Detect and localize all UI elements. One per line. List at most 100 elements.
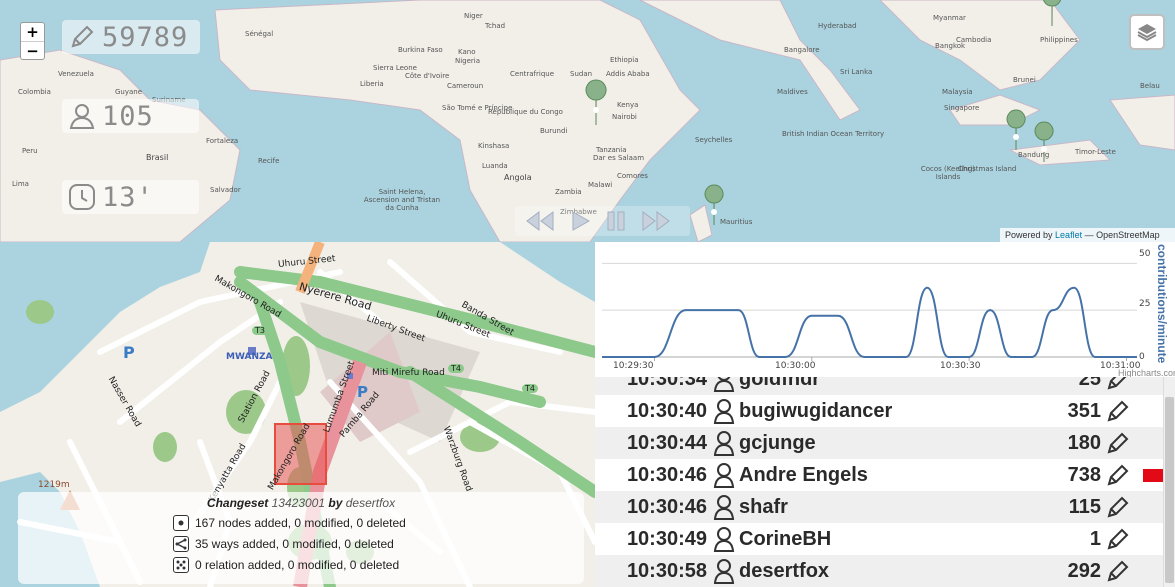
map-label: Sri Lanka	[840, 68, 873, 76]
username[interactable]: bugiwugidancer	[739, 400, 892, 423]
list-item[interactable]: 10:30:49 CorineBH 1	[595, 523, 1163, 555]
list-item[interactable]: 10:30:46 shafr 115	[595, 491, 1163, 523]
username[interactable]: desertfox	[739, 560, 829, 583]
map-label: British Indian Ocean Territory	[782, 130, 885, 138]
x-tick-label: 10:29:30	[613, 361, 654, 371]
pause-icon[interactable]	[605, 210, 627, 232]
map-label: Belau	[1140, 82, 1160, 90]
map-label: Bangkok	[935, 42, 966, 50]
map-label: Sénégal	[245, 30, 274, 38]
username[interactable]: Andre Engels	[739, 464, 868, 487]
rewind-icon[interactable]	[525, 210, 555, 232]
users-counter: 105	[62, 99, 199, 133]
list-item[interactable]: 10:30:34 goldfndr 25	[595, 377, 1163, 395]
leaflet-link[interactable]: Leaflet	[1055, 230, 1082, 240]
x-tick-label: 10:30:00	[775, 361, 816, 371]
changeset-id[interactable]: 13423001	[272, 496, 325, 510]
contributions-chart: 10:29:30 10:30:00 10:30:30 10:31:00 0 25…	[597, 242, 1175, 378]
map-label: Peru	[22, 147, 38, 155]
map-label: Brunei	[1013, 76, 1036, 84]
map-label: Kenya	[617, 101, 639, 109]
x-tick-label: 10:30:30	[940, 361, 981, 371]
nodes-summary: 167 nodes added, 0 modified, 0 deleted	[195, 516, 406, 530]
map-label: Bangalore	[784, 46, 820, 54]
edit-count: 351	[1067, 399, 1101, 422]
pencil-icon	[1107, 464, 1129, 486]
map-label: Guyane	[115, 88, 143, 96]
edits-count: 59789	[102, 21, 189, 53]
layers-icon	[1137, 24, 1157, 42]
username[interactable]: gcjunge	[739, 432, 816, 455]
fast-forward-icon[interactable]	[641, 210, 671, 232]
road-shield: T4	[522, 384, 538, 393]
play-icon[interactable]	[569, 210, 591, 232]
map-label: Centrafrique	[510, 70, 555, 78]
username[interactable]: goldfndr	[739, 377, 820, 391]
map-label: Salvador	[210, 186, 241, 194]
scroll-thumb[interactable]	[1165, 397, 1174, 583]
elevation-label: 1219m	[38, 480, 70, 490]
zoom-out-button[interactable]: −	[21, 41, 44, 60]
user-icon	[713, 495, 735, 520]
map-label: Timor-Leste	[1075, 148, 1116, 156]
flag-icon	[1143, 469, 1163, 482]
map-label: Venezuela	[58, 70, 94, 78]
edit-time: 10:30:44	[626, 431, 707, 454]
map-label: Comores	[617, 172, 648, 180]
layers-button[interactable]	[1129, 14, 1165, 50]
edits-counter: 59789	[62, 20, 200, 54]
map-label: Christmas Island	[958, 165, 1017, 173]
user-icon	[713, 399, 735, 424]
edit-count: 180	[1067, 431, 1101, 454]
edit-time: 10:30:46	[626, 495, 707, 518]
username[interactable]: CorineBH	[739, 528, 831, 551]
pencil-icon	[1107, 496, 1129, 518]
changeset-heading: Changeset 13423001 by desertfox	[18, 496, 584, 510]
changeset-panel: Changeset 13423001 by desertfox 167 node…	[18, 492, 584, 584]
map-label: Nairobi	[612, 113, 637, 121]
zoom-in-button[interactable]: +	[21, 23, 44, 41]
list-item[interactable]: 10:30:44 gcjunge 180	[595, 427, 1163, 459]
place-label: MWANZA	[226, 352, 273, 362]
user-icon	[713, 431, 735, 456]
node-icon	[173, 515, 189, 531]
map-label: Malaysia	[942, 88, 973, 96]
changeset-user[interactable]: desertfox	[346, 496, 395, 510]
map-label: Tanzania	[596, 146, 627, 154]
map-label: Kano	[458, 48, 476, 56]
road-shield: T4	[448, 364, 464, 373]
edit-count: 292	[1067, 559, 1101, 582]
map-label: Sierra Leone	[373, 64, 417, 72]
edit-count: 115	[1068, 495, 1101, 518]
list-item[interactable]: 10:30:58 desertfox 292	[595, 555, 1163, 587]
ways-summary: 35 ways added, 0 modified, 0 deleted	[195, 537, 394, 551]
map-label: Cameroun	[447, 82, 484, 90]
map-label: Brasil	[146, 153, 169, 162]
map-label: Mauritius	[720, 218, 753, 226]
zoom-control: + −	[20, 22, 45, 60]
map-label: Tchad	[485, 22, 506, 30]
way-icon	[173, 536, 189, 552]
list-item[interactable]: 10:30:40 bugiwugidancer 351	[595, 395, 1163, 427]
map-label: Bandung	[1018, 151, 1050, 159]
map-label: Kinshasa	[478, 142, 510, 150]
map-label: Seychelles	[695, 136, 733, 144]
map-label: Saint Helena, Ascension and Tristan da C…	[363, 188, 441, 212]
map-label: Luanda	[482, 162, 508, 170]
map-label: Colombia	[18, 88, 51, 96]
attribution-rest: — OpenStreetMap	[1084, 230, 1160, 240]
map-label: Sudan	[570, 70, 593, 78]
username[interactable]: shafr	[739, 496, 788, 519]
clock-icon	[62, 180, 102, 214]
pencil-icon	[1107, 560, 1129, 582]
user-icon	[713, 463, 735, 488]
map-label: Liberia	[360, 80, 384, 88]
nodes-row: 167 nodes added, 0 modified, 0 deleted	[173, 515, 584, 531]
list-item[interactable]: 10:30:46 Andre Engels 738	[595, 459, 1163, 491]
map-label: Lima	[12, 180, 29, 188]
map-label: Recife	[258, 157, 280, 165]
user-icon	[713, 559, 735, 584]
edit-time: 10:30:40	[626, 399, 707, 422]
user-icon	[62, 99, 102, 133]
list-scrollbar[interactable]	[1163, 377, 1175, 587]
